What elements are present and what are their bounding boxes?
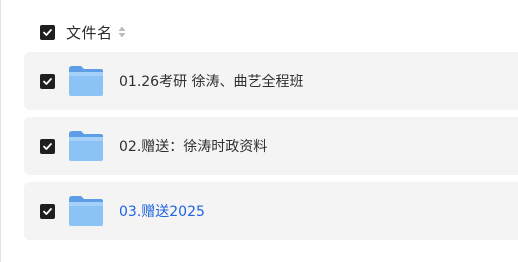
file-row[interactable]: 03.赠送2025 [24,182,518,240]
row-checkbox[interactable] [40,138,55,154]
folder-icon [68,195,104,227]
folder-icon [68,130,104,162]
file-name[interactable]: 01.26考研 徐涛、曲艺全程班 [119,71,304,91]
file-row[interactable]: 01.26考研 徐涛、曲艺全程班 [24,52,518,110]
check-icon [43,77,52,85]
row-checkbox[interactable] [40,203,55,219]
check-icon [43,28,52,36]
panel-border [0,0,1,262]
file-row[interactable]: 02.赠送：徐涛时政资料 [24,117,518,175]
row-checkbox[interactable] [40,73,55,89]
check-icon [43,142,52,150]
file-list-panel: 文件名 01.26考研 徐涛、曲艺全程班 02.赠送：徐涛时政资料 03.赠送2… [0,0,518,262]
select-all-checkbox[interactable] [40,24,55,40]
file-name[interactable]: 02.赠送：徐涛时政资料 [119,136,267,156]
folder-icon [68,65,104,97]
check-icon [43,207,52,215]
file-name[interactable]: 03.赠送2025 [119,201,205,221]
sort-icon[interactable] [118,26,126,38]
filename-column-header[interactable]: 文件名 [66,22,113,43]
file-list-header: 文件名 [24,16,126,48]
